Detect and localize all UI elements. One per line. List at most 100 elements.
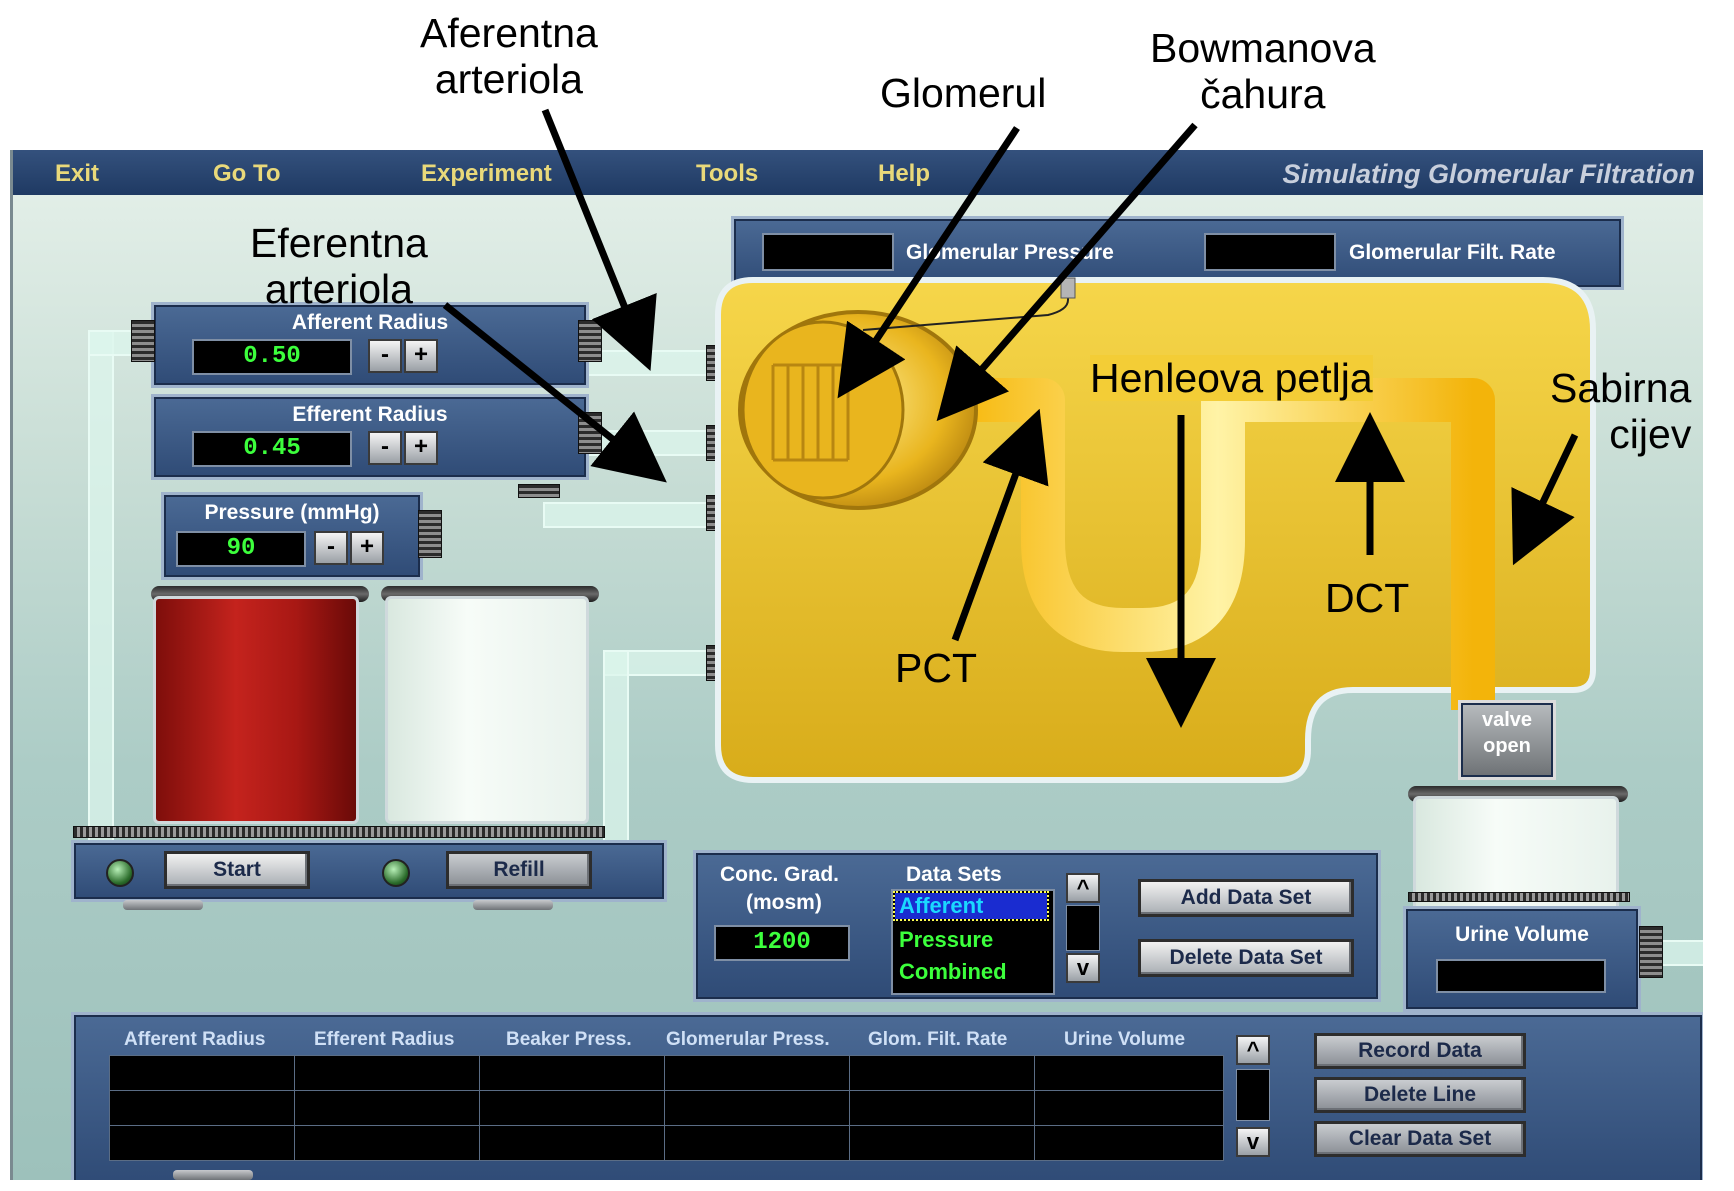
table-cell — [479, 1125, 665, 1161]
tube-connector — [1639, 926, 1663, 978]
label-bowmanova-cahura: Bowmanova čahura — [1150, 25, 1376, 118]
column-header-glom-filt-rate: Glom. Filt. Rate — [868, 1029, 1008, 1050]
conc-grad-value: 1200 — [714, 925, 850, 961]
label-pct: PCT — [895, 645, 977, 691]
menu-help[interactable]: Help — [878, 160, 930, 188]
glomerular-pressure-label: Glomerular Pressure — [906, 241, 1114, 264]
table-cell — [849, 1090, 1035, 1126]
tube-connector — [518, 484, 560, 498]
table-cell — [479, 1055, 665, 1091]
panel-foot — [473, 900, 553, 910]
data-sets-scroll-down[interactable]: v — [1066, 953, 1100, 983]
label-aferentna-arteriola: Aferentna arteriola — [420, 10, 598, 103]
label-glomerul: Glomerul — [880, 70, 1047, 116]
data-sets-panel: Conc. Grad. (mosm) 1200 Data Sets Affere… — [693, 850, 1381, 1002]
pressure-decrease-button[interactable]: - — [314, 531, 348, 565]
afferent-decrease-button[interactable]: - — [368, 339, 402, 373]
pressure-knob[interactable] — [418, 510, 442, 558]
table-cell — [1034, 1055, 1224, 1091]
urine-beaker — [1413, 796, 1619, 922]
urine-volume-title: Urine Volume — [1455, 923, 1589, 946]
table-scroll-up[interactable]: ^ — [1236, 1035, 1270, 1065]
data-sets-title: Data Sets — [906, 863, 1002, 886]
table-cell — [109, 1090, 295, 1126]
tube-connector — [578, 320, 602, 362]
delete-data-set-button[interactable]: Delete Data Set — [1138, 939, 1354, 977]
data-set-pressure[interactable]: Pressure — [899, 927, 993, 953]
column-header-glomerular-press: Glomerular Press. — [666, 1029, 830, 1050]
data-grid — [109, 1055, 1224, 1161]
table-scroll-track[interactable] — [1236, 1069, 1270, 1121]
afferent-increase-button[interactable]: + — [404, 339, 438, 373]
table-cell — [479, 1090, 665, 1126]
panel-foot — [123, 900, 203, 910]
conc-grad-unit: (mosm) — [746, 891, 822, 914]
column-header-beaker-press: Beaker Press. — [506, 1029, 632, 1050]
gfr-display — [1204, 233, 1336, 271]
clear-data-set-button[interactable]: Clear Data Set — [1314, 1121, 1526, 1157]
blood-beaker — [153, 596, 359, 824]
column-header-efferent-radius: Efferent Radius — [314, 1029, 455, 1050]
label-eferentna-arteriola: Eferentna arteriola — [250, 220, 428, 313]
refill-indicator-light — [382, 859, 410, 887]
data-sets-scroll-up[interactable]: ^ — [1066, 873, 1100, 903]
refill-button[interactable]: Refill — [446, 851, 592, 889]
pressure-panel: Pressure (mmHg) 90 - + — [161, 492, 423, 580]
record-data-button[interactable]: Record Data — [1314, 1033, 1526, 1069]
urine-beaker-base — [1408, 892, 1630, 902]
pressure-title: Pressure (mmHg) — [204, 501, 380, 524]
afferent-tube — [583, 350, 717, 376]
urine-volume-display — [1436, 959, 1606, 993]
panel-foot — [173, 1170, 253, 1180]
table-cell — [294, 1090, 480, 1126]
valve-label-line2: open — [1483, 735, 1531, 757]
menu-tools[interactable]: Tools — [696, 160, 758, 188]
table-cell — [294, 1055, 480, 1091]
table-cell — [849, 1125, 1035, 1161]
tube-connector — [131, 320, 155, 362]
efferent-increase-button[interactable]: + — [404, 431, 438, 465]
return-tube — [543, 502, 717, 528]
tube-connector — [578, 412, 602, 454]
beaker-base-connector — [73, 826, 605, 838]
table-cell — [109, 1055, 295, 1091]
start-refill-panel: Start Refill — [71, 840, 667, 902]
menu-bar: Exit Go To Experiment Tools Help Simulat… — [13, 150, 1703, 195]
add-data-set-button[interactable]: Add Data Set — [1138, 879, 1354, 917]
label-henleova-petlja: Henleova petlja — [1090, 355, 1373, 402]
delete-line-button[interactable]: Delete Line — [1314, 1077, 1526, 1113]
table-cell — [1034, 1090, 1224, 1126]
gfr-label: Glomerular Filt. Rate — [1349, 241, 1556, 264]
data-sets-list[interactable]: Afferent Pressure Combined — [891, 889, 1055, 995]
app-title: Simulating Glomerular Filtration — [1282, 159, 1695, 189]
conc-grad-title: Conc. Grad. — [720, 863, 840, 886]
pressure-increase-button[interactable]: + — [350, 531, 384, 565]
table-scroll-down[interactable]: v — [1236, 1127, 1270, 1157]
data-sets-scroll-track[interactable] — [1066, 905, 1100, 951]
menu-experiment[interactable]: Experiment — [421, 160, 552, 188]
table-cell — [664, 1090, 850, 1126]
data-set-afferent[interactable]: Afferent — [893, 891, 1049, 921]
efferent-radius-value: 0.45 — [192, 431, 352, 467]
table-cell — [1034, 1125, 1224, 1161]
menu-go-to[interactable]: Go To — [213, 160, 281, 188]
table-cell — [109, 1125, 295, 1161]
data-set-combined[interactable]: Combined — [899, 959, 1007, 985]
table-cell — [849, 1055, 1035, 1091]
menu-exit[interactable]: Exit — [55, 160, 99, 188]
data-table-panel: Afferent Radius Efferent Radius Beaker P… — [71, 1012, 1703, 1180]
column-header-urine-volume: Urine Volume — [1064, 1029, 1186, 1050]
start-button[interactable]: Start — [164, 851, 310, 889]
afferent-radius-title: Afferent Radius — [291, 311, 449, 334]
efferent-decrease-button[interactable]: - — [368, 431, 402, 465]
urine-outlet-tube — [1661, 940, 1703, 966]
output-beaker — [385, 596, 589, 824]
label-sabirna-cijev: Sabirna cijev — [1550, 365, 1692, 458]
start-indicator-light — [106, 859, 134, 887]
efferent-tube — [583, 430, 717, 456]
pressure-value: 90 — [176, 531, 306, 567]
valve[interactable]: valve open — [1458, 700, 1556, 780]
column-header-afferent-radius: Afferent Radius — [124, 1029, 266, 1050]
efferent-radius-title: Efferent Radius — [292, 403, 448, 426]
table-cell — [664, 1125, 850, 1161]
